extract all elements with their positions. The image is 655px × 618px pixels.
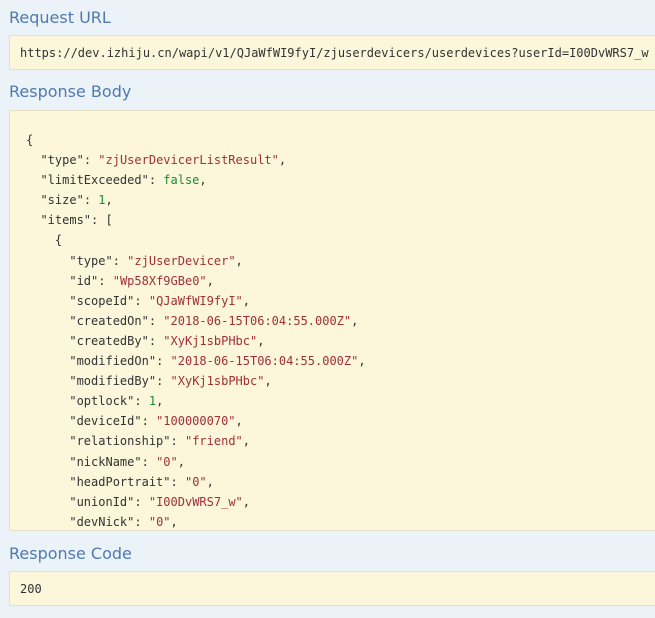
request-url-box[interactable]: https://dev.izhiju.cn/wapi/v1/QJaWfWI9fy…	[9, 35, 655, 70]
json-key: "id"	[69, 273, 99, 288]
response-body-code[interactable]: { "type": "zjUserDevicerListResult", "li…	[26, 130, 366, 530]
json-key: "modifiedOn"	[69, 354, 157, 369]
json-punctuation: ,	[170, 514, 178, 529]
json-value: false	[163, 173, 200, 188]
json-value: "zjUserDevicerListResult"	[98, 153, 279, 168]
response-code-heading: Response Code	[9, 544, 132, 563]
json-value: 1	[148, 394, 157, 409]
json-value: "XyKj1sbPHbc"	[170, 374, 265, 389]
json-key: "devNick"	[69, 514, 135, 529]
json-key: "type"	[40, 153, 84, 168]
code-line: "createdOn": "2018-06-15T06:04:55.000Z",	[69, 313, 359, 328]
json-key: "limitExceeded"	[40, 173, 149, 188]
json-key: "optlock"	[69, 394, 135, 409]
json-value: 1	[98, 193, 106, 208]
json-punctuation: [	[105, 213, 113, 228]
json-punctuation: ,	[206, 474, 214, 489]
json-key: "type"	[69, 253, 113, 268]
json-key: "createdOn"	[69, 313, 149, 328]
json-punctuation: ,	[235, 253, 243, 268]
json-key: "headPortrait"	[69, 474, 171, 489]
json-punctuation: ,	[358, 354, 366, 369]
json-punctuation: ,	[105, 193, 113, 208]
json-punctuation: ,	[257, 333, 265, 348]
json-punctuation: ,	[242, 293, 250, 308]
code-line: "size": 1,	[40, 193, 113, 208]
json-value: "100000070"	[156, 414, 236, 429]
json-value: "zjUserDevicer"	[127, 253, 236, 268]
request-url-heading: Request URL	[9, 8, 111, 27]
code-line: "modifiedOn": "2018-06-15T06:04:55.000Z"…	[69, 354, 366, 369]
json-key: "createdBy"	[69, 333, 149, 348]
response-body-box[interactable]: { "type": "zjUserDevicerListResult", "li…	[9, 110, 655, 531]
code-line: "nickName": "0",	[69, 454, 185, 469]
json-key: "size"	[40, 193, 84, 208]
code-line: "headPortrait": "0",	[69, 474, 214, 489]
json-punctuation: ,	[199, 173, 207, 188]
json-key: "relationship"	[69, 434, 171, 449]
json-punctuation: ,	[235, 414, 243, 429]
json-punctuation: {	[54, 233, 63, 248]
json-key: "items"	[40, 213, 92, 228]
json-punctuation: ,	[278, 153, 287, 168]
json-punctuation: ,	[242, 434, 250, 449]
code-line: "type": "zjUserDevicer",	[69, 253, 243, 268]
json-value: "XyKj1sbPHbc"	[163, 333, 258, 348]
json-value: "0"	[148, 514, 171, 529]
json-key: "modifiedBy"	[69, 374, 157, 389]
json-value: "I00DvWRS7_w"	[148, 494, 243, 509]
json-value: "2018-06-15T06:04:55.000Z"	[170, 354, 359, 369]
code-line: "id": "Wp58Xf9GBe0",	[69, 273, 214, 288]
json-key: "unionId"	[69, 494, 135, 509]
code-line: "limitExceeded": false,	[40, 173, 207, 188]
code-line: "type": "zjUserDevicerListResult",	[40, 153, 287, 168]
json-value: "2018-06-15T06:04:55.000Z"	[163, 313, 352, 328]
json-value: "friend"	[184, 434, 243, 449]
code-line: "modifiedBy": "XyKj1sbPHbc",	[69, 374, 272, 389]
json-value: "Wp58Xf9GBe0"	[112, 273, 207, 288]
response-code-box[interactable]: 200	[9, 571, 655, 606]
json-punctuation: ,	[264, 374, 272, 389]
code-line: "deviceId": "100000070",	[69, 414, 243, 429]
code-line: "createdBy": "XyKj1sbPHbc",	[69, 333, 265, 348]
json-value: "0"	[184, 474, 207, 489]
code-line: "relationship": "friend",	[69, 434, 250, 449]
json-key: "deviceId"	[69, 414, 142, 429]
json-punctuation: ,	[242, 494, 250, 509]
code-line: {	[26, 230, 366, 250]
code-line: "optlock": 1,	[69, 394, 164, 409]
response-body-heading: Response Body	[9, 82, 132, 101]
json-punctuation: ,	[206, 273, 214, 288]
json-punctuation: ,	[351, 313, 359, 328]
json-key: "scopeId"	[69, 293, 135, 308]
code-line: "devNick": "0",	[69, 514, 178, 529]
json-value: "0"	[156, 454, 178, 469]
code-line: "items": [	[40, 213, 113, 228]
code-line: {	[26, 130, 366, 150]
json-punctuation: ,	[177, 454, 185, 469]
json-punctuation: {	[26, 133, 34, 147]
code-line: "unionId": "I00DvWRS7_w",	[69, 494, 250, 509]
json-value: "QJaWfWI9fyI"	[148, 293, 243, 308]
json-key: "nickName"	[69, 454, 142, 469]
code-line: "scopeId": "QJaWfWI9fyI",	[69, 293, 250, 308]
response-code-value[interactable]: 200	[20, 582, 42, 596]
request-url-value[interactable]: https://dev.izhiju.cn/wapi/v1/QJaWfWI9fy…	[20, 46, 649, 60]
json-punctuation: ,	[156, 394, 164, 409]
